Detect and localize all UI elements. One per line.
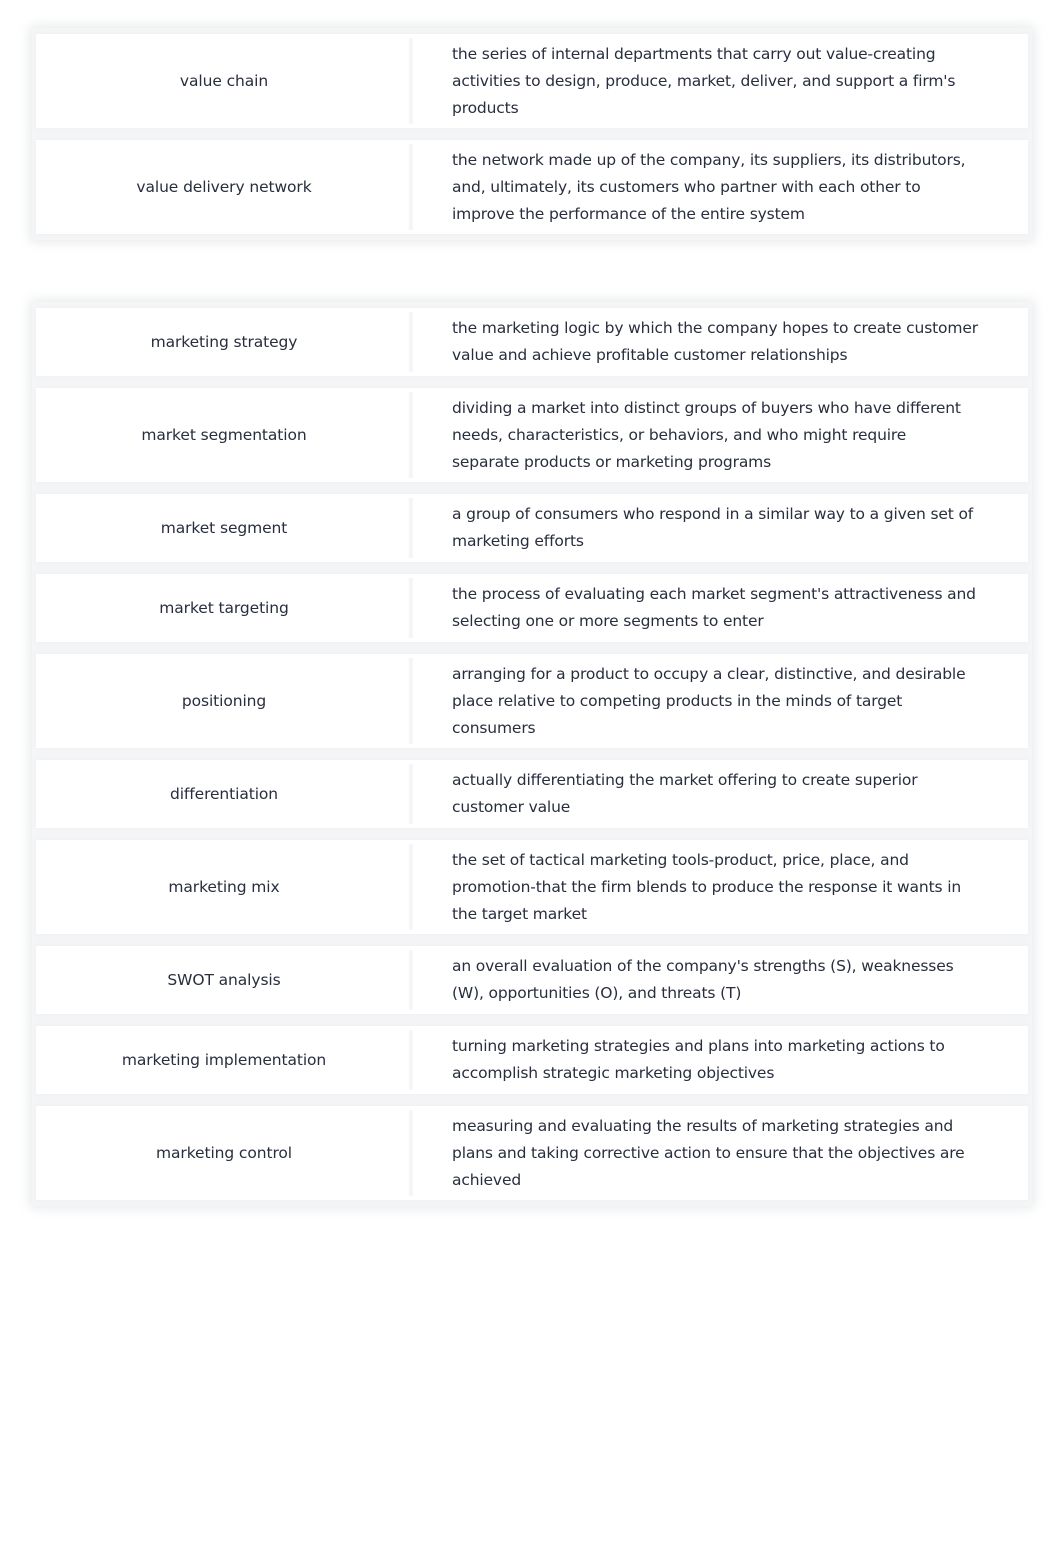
- term: value chain: [36, 34, 414, 128]
- term-row-marketing-implementation: marketing implementation turning marketi…: [36, 1026, 1028, 1094]
- term-row-marketing-mix: marketing mix the set of tactical market…: [36, 840, 1028, 934]
- term: market targeting: [36, 574, 414, 642]
- definition: the network made up of the company, its …: [452, 150, 966, 223]
- term: positioning: [36, 654, 414, 748]
- term-row-market-targeting: market targeting the process of evaluati…: [36, 574, 1028, 642]
- term-row-marketing-strategy: marketing strategy the marketing logic b…: [36, 308, 1028, 376]
- term-row-market-segment: market segment a group of consumers who …: [36, 494, 1028, 562]
- term-row-positioning: positioning arranging for a product to o…: [36, 654, 1028, 748]
- definition: an overall evaluation of the company's s…: [452, 957, 954, 1002]
- definition: turning marketing strategies and plans i…: [452, 1037, 945, 1082]
- term-row-swot-analysis: SWOT analysis an overall evaluation of t…: [36, 946, 1028, 1014]
- term-set-2: marketing strategy the marketing logic b…: [32, 302, 1032, 1206]
- term: marketing implementation: [36, 1026, 414, 1094]
- definition: dividing a market into distinct groups o…: [452, 398, 961, 471]
- term: marketing control: [36, 1106, 414, 1200]
- term-row-market-segmentation: market segmentation dividing a market in…: [36, 388, 1028, 482]
- definition: the series of internal departments that …: [452, 44, 956, 117]
- term-row-marketing-control: marketing control measuring and evaluati…: [36, 1106, 1028, 1200]
- term: market segment: [36, 494, 414, 562]
- term-row-value-delivery-network: value delivery network the network made …: [36, 140, 1028, 234]
- term: market segmentation: [36, 388, 414, 482]
- term-row-value-chain: value chain the series of internal depar…: [36, 34, 1028, 128]
- definition: a group of consumers who respond in a si…: [452, 505, 974, 550]
- term: marketing strategy: [36, 308, 414, 376]
- definition: the set of tactical marketing tools-prod…: [452, 850, 962, 923]
- term: differentiation: [36, 760, 414, 828]
- term: marketing mix: [36, 840, 414, 934]
- definition: arranging for a product to occupy a clea…: [452, 664, 966, 737]
- term-row-differentiation: differentiation actually differentiating…: [36, 760, 1028, 828]
- definition: the process of evaluating each market se…: [452, 585, 976, 630]
- definition: actually differentiating the market offe…: [452, 771, 918, 816]
- term: SWOT analysis: [36, 946, 414, 1014]
- term: value delivery network: [36, 140, 414, 234]
- term-set-1: value chain the series of internal depar…: [32, 28, 1032, 240]
- definition: the marketing logic by which the company…: [452, 319, 978, 364]
- definition: measuring and evaluating the results of …: [452, 1116, 965, 1189]
